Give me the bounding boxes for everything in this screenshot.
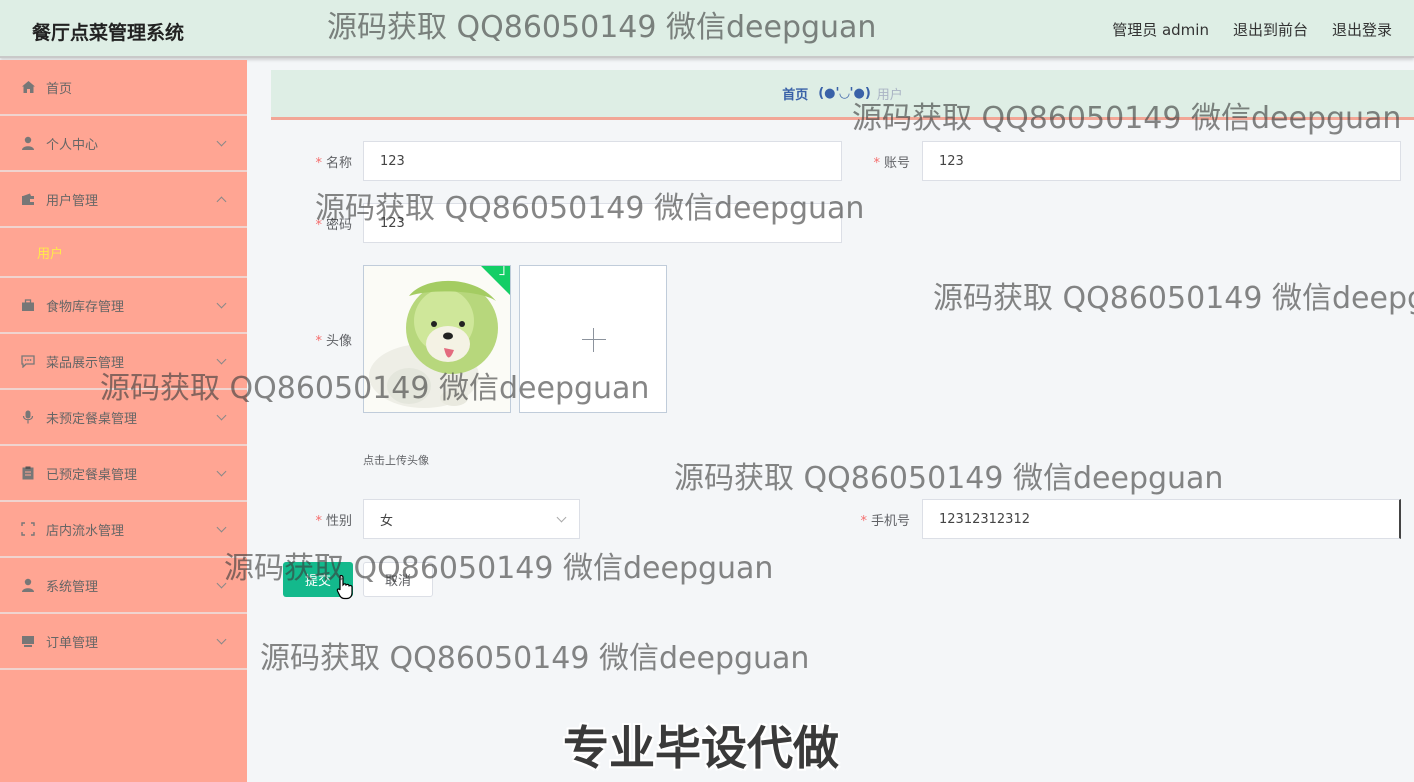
- gender-label: * 性别: [315, 514, 352, 529]
- sidebar-item-label: 个人中心: [46, 137, 99, 153]
- sidebar-item-user-management[interactable]: 用户管理: [0, 172, 247, 228]
- sidebar-item-profile[interactable]: 个人中心: [0, 116, 247, 172]
- chevron-up-icon: [216, 196, 227, 207]
- chevron-down-icon: [216, 298, 227, 309]
- avatar-upload-button[interactable]: [519, 265, 667, 413]
- briefcase-icon: [20, 297, 36, 313]
- sidebar-item-orders[interactable]: 订单管理: [0, 614, 247, 670]
- watermark: 源码获取 QQ86050149 微信deepg: [933, 281, 1414, 316]
- chevron-down-icon: [216, 522, 227, 533]
- avatar-upload-hint: 点击上传头像: [363, 454, 429, 467]
- password-input[interactable]: 123: [363, 203, 842, 243]
- breadcrumb-separator: (●'◡'●): [818, 86, 871, 101]
- phone-input[interactable]: 12312312312: [922, 499, 1401, 539]
- sidebar-item-dish-display[interactable]: 菜品展示管理: [0, 334, 247, 390]
- avatar-preview[interactable]: [363, 265, 511, 413]
- hand-cursor-icon: [336, 574, 353, 600]
- top-header: 餐厅点菜管理系统 管理员 admin 退出到前台 退出登录: [0, 0, 1414, 58]
- sidebar-item-system[interactable]: 系统管理: [0, 558, 247, 614]
- gender-selected-value: 女: [380, 513, 394, 529]
- breadcrumb-current: 用户: [876, 88, 903, 103]
- watermark: 源码获取 QQ86050149 微信deepguan: [260, 641, 810, 676]
- breadcrumb-home[interactable]: 首页: [782, 84, 808, 103]
- app-title: 餐厅点菜管理系统: [32, 22, 185, 44]
- chevron-down-icon: [216, 354, 227, 365]
- chevron-down-icon: [216, 634, 227, 645]
- sidebar-item-home[interactable]: 首页: [0, 60, 247, 116]
- sidebar-item-food-inventory[interactable]: 食物库存管理: [0, 278, 247, 334]
- gender-select[interactable]: 女: [363, 499, 580, 539]
- exit-to-front-link[interactable]: 退出到前台: [1233, 19, 1308, 40]
- user-icon: [20, 577, 36, 593]
- sidebar-item-label: 订单管理: [46, 635, 99, 651]
- cancel-button[interactable]: 取消: [363, 562, 433, 597]
- chevron-down-icon: [216, 578, 227, 589]
- sidebar-item-label: 店内流水管理: [46, 523, 125, 539]
- phone-label: * 手机号: [860, 514, 910, 529]
- sidebar-item-label: 食物库存管理: [46, 299, 125, 315]
- sidebar-item-label: 用户管理: [46, 193, 99, 209]
- chat-icon: [20, 353, 36, 369]
- sidebar-item-unreserved-tables[interactable]: 未预定餐桌管理: [0, 390, 247, 446]
- sidebar-item-label: 菜品展示管理: [46, 355, 125, 371]
- home-icon: [20, 79, 36, 95]
- chevron-down-icon: [216, 410, 227, 421]
- watermark: 源码获取 QQ86050149 微信deepguan: [674, 461, 1224, 496]
- sidebar-item-label: 已预定餐桌管理: [46, 467, 138, 483]
- account-input[interactable]: 123: [922, 141, 1401, 181]
- chevron-down-icon: [216, 466, 227, 477]
- sidebar-item-label: 首页: [46, 81, 73, 97]
- sidebar-item-label: 系统管理: [46, 579, 99, 595]
- password-label: * 密码: [315, 218, 352, 233]
- microphone-icon: [20, 409, 36, 425]
- avatar-label: * 头像: [315, 334, 352, 349]
- account-label: * 账号: [873, 156, 910, 171]
- sidebar-subitem-users[interactable]: 用户: [0, 228, 247, 278]
- promo-banner-text: 专业毕设代做: [563, 721, 839, 775]
- wallet-icon: [20, 191, 36, 207]
- clipboard-icon: [20, 465, 36, 481]
- user-icon: [20, 135, 36, 151]
- scan-icon: [20, 521, 36, 537]
- logout-link[interactable]: 退出登录: [1332, 19, 1392, 40]
- sidebar: 首页 个人中心 用户管理 用户 食物库存管理 菜品展示管理 未预定餐桌管理 已预…: [0, 60, 247, 782]
- cart-icon: [20, 633, 36, 649]
- avatar-image: [364, 266, 510, 412]
- name-label: * 名称: [315, 156, 352, 171]
- header-actions: 管理员 admin 退出到前台 退出登录: [1112, 19, 1392, 40]
- sidebar-item-reserved-tables[interactable]: 已预定餐桌管理: [0, 446, 247, 502]
- name-input[interactable]: 123: [363, 141, 842, 181]
- sidebar-item-label: 未预定餐桌管理: [46, 411, 138, 427]
- breadcrumb: 首页 (●'◡'●) 用户: [271, 70, 1414, 120]
- sidebar-item-store-flow[interactable]: 店内流水管理: [0, 502, 247, 558]
- chevron-down-icon: [556, 512, 567, 523]
- admin-user-label: 管理员 admin: [1112, 21, 1209, 39]
- chevron-down-icon: [216, 136, 227, 147]
